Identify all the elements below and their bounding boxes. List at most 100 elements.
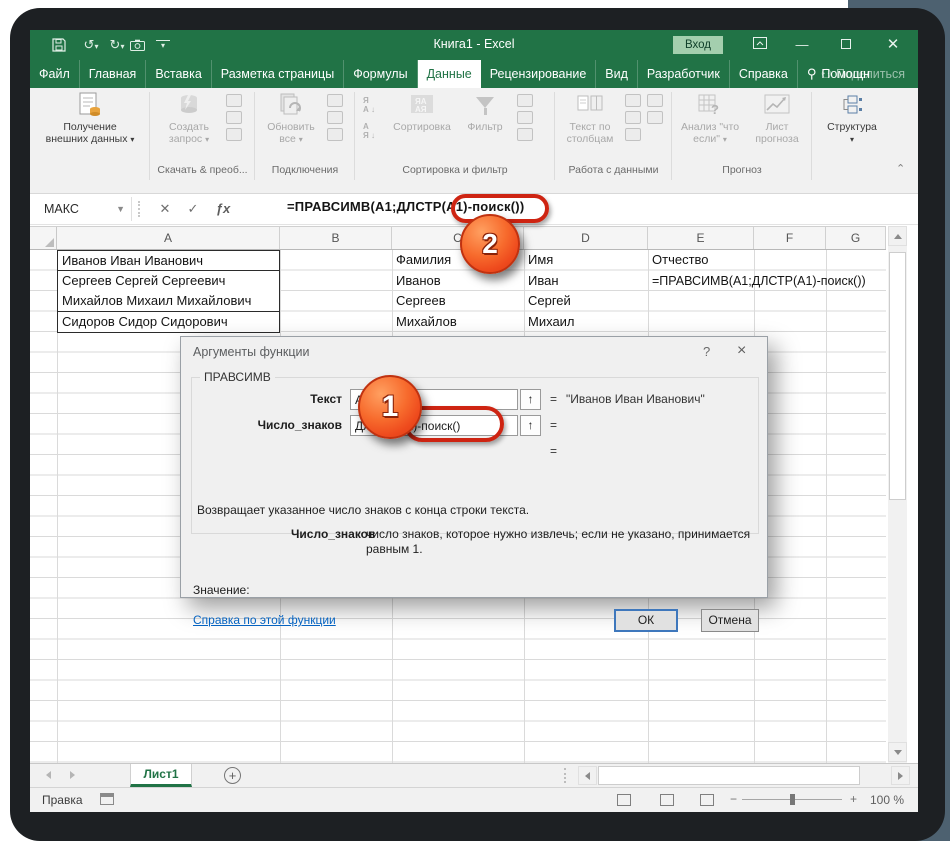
minimize-button[interactable]: — bbox=[782, 30, 822, 60]
cancel-entry-icon[interactable]: ✕ bbox=[152, 197, 178, 221]
status-bar: Правка − + 100 % bbox=[30, 787, 918, 812]
column-header-B[interactable]: B bbox=[280, 227, 392, 249]
filter-tools-icons bbox=[517, 94, 533, 141]
cell-D3[interactable]: Сергей bbox=[524, 291, 648, 312]
tab-developer[interactable]: Разработчик bbox=[638, 60, 730, 88]
query-tools-icons bbox=[226, 94, 242, 141]
cell-D4[interactable]: Михаил bbox=[524, 312, 648, 333]
arg1-result: "Иванов Иван Иванович" bbox=[566, 392, 705, 406]
scroll-down-icon[interactable] bbox=[888, 742, 907, 762]
zoom-out-icon[interactable]: − bbox=[730, 792, 737, 806]
horizontal-scrollbar[interactable] bbox=[578, 765, 910, 786]
edit-links-icon bbox=[327, 128, 343, 141]
cell-A1[interactable]: Иванов Иван Иванович bbox=[57, 250, 280, 271]
tab-review[interactable]: Рецензирование bbox=[481, 60, 597, 88]
group-structure: Структура ▾ bbox=[812, 88, 892, 188]
cancel-button[interactable]: Отмена bbox=[701, 609, 759, 632]
select-all-corner[interactable] bbox=[30, 227, 57, 249]
cell-A3[interactable]: Михайлов Михаил Михайлович bbox=[57, 291, 280, 312]
collapse-ribbon-icon[interactable]: ⌃ bbox=[896, 162, 905, 175]
scroll-left-icon[interactable] bbox=[578, 766, 597, 785]
cell-D2[interactable]: Иван bbox=[524, 271, 648, 292]
sort-dialog-icon: ЯААЯ bbox=[407, 91, 437, 119]
sheet-tab-bar: Лист1 + bbox=[30, 763, 918, 787]
arg2-equals: = bbox=[550, 418, 557, 432]
sheet-nav-left-icon[interactable] bbox=[46, 771, 51, 779]
scroll-right-icon[interactable] bbox=[891, 766, 910, 785]
get-external-data-button[interactable]: Получение внешних данных ▾ bbox=[40, 90, 140, 146]
arg1-collapse-icon[interactable]: ↑ bbox=[520, 389, 541, 410]
zoom-in-icon[interactable]: + bbox=[850, 792, 857, 806]
cell-C4[interactable]: Михайлов bbox=[392, 312, 524, 333]
name-box-dropdown-icon[interactable]: ▼ bbox=[116, 197, 125, 221]
sort-button: ЯААЯ Сортировка bbox=[389, 90, 455, 133]
forecast-sheet-button: Лист прогноза bbox=[748, 90, 806, 145]
insert-function-icon[interactable]: ƒx bbox=[210, 197, 236, 221]
macro-record-icon[interactable] bbox=[100, 793, 114, 805]
cell-C3[interactable]: Сергеев bbox=[392, 291, 524, 312]
new-sheet-icon[interactable]: + bbox=[224, 767, 241, 784]
enter-entry-icon[interactable]: ✓ bbox=[180, 197, 206, 221]
scrollbar-resize-handle[interactable] bbox=[564, 768, 566, 783]
name-box[interactable]: МАКС▼ bbox=[36, 197, 132, 221]
tab-view[interactable]: Вид bbox=[596, 60, 638, 88]
cell-D1[interactable]: Имя bbox=[524, 250, 648, 271]
tab-home[interactable]: Главная bbox=[80, 60, 147, 88]
zoom-level[interactable]: 100 % bbox=[870, 793, 904, 807]
cell-E2[interactable]: =ПРАВСИМВ(A1;ДЛСТР(A1)-поиск()) bbox=[648, 271, 866, 292]
vertical-scroll-thumb[interactable] bbox=[889, 252, 906, 500]
ribbon: Получение внешних данных ▾ Создать запро… bbox=[30, 88, 918, 194]
sort-az-icons: ЯА ↓ АЯ ↓ bbox=[363, 96, 375, 140]
group-sort-filter: ЯА ↓ АЯ ↓ ЯААЯ Сортировка Фильтр bbox=[355, 88, 555, 188]
group-get-external-data: Получение внешних данных ▾ bbox=[30, 88, 150, 188]
sign-in-button[interactable]: Вход bbox=[673, 36, 723, 54]
title-bar: ↺▾ ↻▾ ▾ Книга1 - Excel Вход — ✕ bbox=[30, 30, 918, 60]
tab-data[interactable]: Данные bbox=[418, 60, 481, 88]
flash-fill-icon bbox=[625, 94, 641, 107]
page-break-view-icon[interactable] bbox=[700, 794, 714, 806]
horizontal-scroll-thumb[interactable] bbox=[598, 766, 860, 785]
arg2-collapse-icon[interactable]: ↑ bbox=[520, 415, 541, 436]
column-header-F[interactable]: F bbox=[754, 227, 826, 249]
page-layout-view-icon[interactable] bbox=[660, 794, 674, 806]
recent-sources-icon bbox=[226, 128, 242, 141]
tab-page-layout[interactable]: Разметка страницы bbox=[212, 60, 344, 88]
consolidate-icon bbox=[647, 94, 663, 107]
sheet-nav-right-icon[interactable] bbox=[70, 771, 75, 779]
dialog-close-icon[interactable]: × bbox=[737, 342, 746, 360]
scroll-up-icon[interactable] bbox=[888, 226, 907, 246]
group-connections: Обновить все ▾ Подключения bbox=[255, 88, 355, 188]
column-header-E[interactable]: E bbox=[648, 227, 754, 249]
structure-button[interactable]: Структура ▾ bbox=[818, 90, 886, 146]
dialog-help-icon[interactable]: ? bbox=[703, 344, 710, 359]
tab-insert[interactable]: Вставка bbox=[146, 60, 211, 88]
what-if-analysis-button: ? Анализ "что если" ▾ bbox=[676, 90, 744, 146]
column-header-D[interactable]: D bbox=[524, 227, 648, 249]
gridline bbox=[826, 250, 827, 763]
filter-funnel-icon bbox=[470, 91, 500, 119]
tab-file[interactable]: Файл bbox=[30, 60, 80, 88]
close-button[interactable]: ✕ bbox=[873, 30, 913, 60]
cell-A2[interactable]: Сергеев Сергей Сергеевич bbox=[57, 271, 280, 292]
maximize-button[interactable] bbox=[826, 30, 866, 60]
function-help-link[interactable]: Справка по этой функции bbox=[193, 613, 336, 627]
cell-E1[interactable]: Отчество bbox=[648, 250, 754, 271]
connections-icon bbox=[327, 94, 343, 107]
ok-button[interactable]: ОК bbox=[614, 609, 678, 632]
zoom-slider-thumb[interactable] bbox=[790, 794, 795, 805]
tab-formulas[interactable]: Формулы bbox=[344, 60, 417, 88]
cell-A4[interactable]: Сидоров Сидор Сидорович bbox=[57, 312, 280, 333]
column-header-A[interactable]: A bbox=[57, 227, 280, 249]
svg-text:?: ? bbox=[711, 102, 719, 116]
cell-C2[interactable]: Иванов bbox=[392, 271, 524, 292]
ribbon-display-options-icon[interactable] bbox=[740, 30, 780, 60]
tab-help[interactable]: Справка bbox=[730, 60, 798, 88]
screenshot-stage: ↺▾ ↻▾ ▾ Книга1 - Excel Вход — ✕ Файл Гла… bbox=[0, 0, 950, 841]
sheet-tab-active[interactable]: Лист1 bbox=[130, 764, 192, 787]
vertical-scrollbar[interactable] bbox=[888, 226, 907, 763]
dropdown-arrow-icon: ▾ bbox=[130, 135, 134, 144]
from-table-icon bbox=[226, 111, 242, 124]
advanced-filter-icon bbox=[517, 128, 533, 141]
column-header-G[interactable]: G bbox=[826, 227, 886, 249]
normal-view-icon[interactable] bbox=[617, 794, 631, 806]
